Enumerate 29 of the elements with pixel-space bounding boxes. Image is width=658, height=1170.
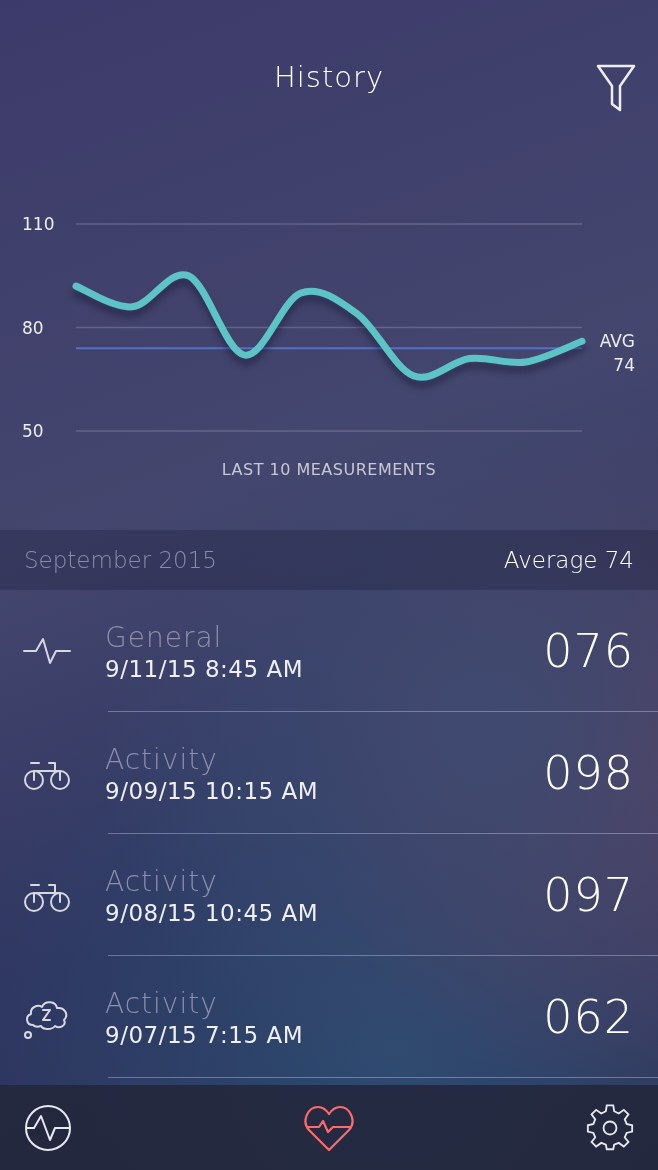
history-entry[interactable]: Activity 9/09/15 10:15 AM 098 (0, 712, 658, 834)
history-entry[interactable]: General 9/11/15 8:45 AM 076 (0, 590, 658, 712)
y-axis-label: 50 (22, 421, 44, 441)
y-axis-label: 80 (22, 317, 44, 338)
entry-category: Activity (105, 864, 219, 898)
entry-timestamp: 9/11/15 8:45 AM (105, 655, 304, 682)
settings-icon[interactable] (586, 1103, 634, 1152)
y-axis-label: 110 (22, 214, 55, 234)
filter-icon[interactable] (596, 64, 636, 112)
entry-timestamp: 9/08/15 10:45 AM (105, 899, 320, 926)
heart-rate-value: 076 (543, 624, 634, 678)
entry-category: Activity (105, 742, 219, 776)
x-axis-label: LAST 10 MEASUREMENTS (221, 460, 437, 479)
average-label: AVG (599, 331, 635, 352)
month-label: September 2015 (24, 547, 217, 573)
pulse-icon[interactable] (24, 1103, 72, 1152)
heart-rate-value: 062 (543, 990, 634, 1044)
entry-category: Activity (105, 986, 219, 1020)
history-entry[interactable]: Activity 9/07/15 7:15 AM 062 (0, 956, 658, 1078)
entry-timestamp: 9/07/15 7:15 AM (105, 1021, 304, 1048)
entry-timestamp: 9/09/15 10:15 AM (105, 777, 320, 804)
screen-title: History (273, 60, 385, 96)
heart-rate-value: 098 (543, 746, 634, 800)
heart-rate-icon[interactable] (304, 1103, 354, 1152)
average-summary: Average 74 (503, 547, 634, 573)
average-value: 74 (613, 355, 635, 376)
entry-category: General (105, 620, 224, 654)
history-entry[interactable]: Activity 9/08/15 10:45 AM 097 (0, 834, 658, 956)
heart-rate-value: 097 (543, 868, 634, 922)
